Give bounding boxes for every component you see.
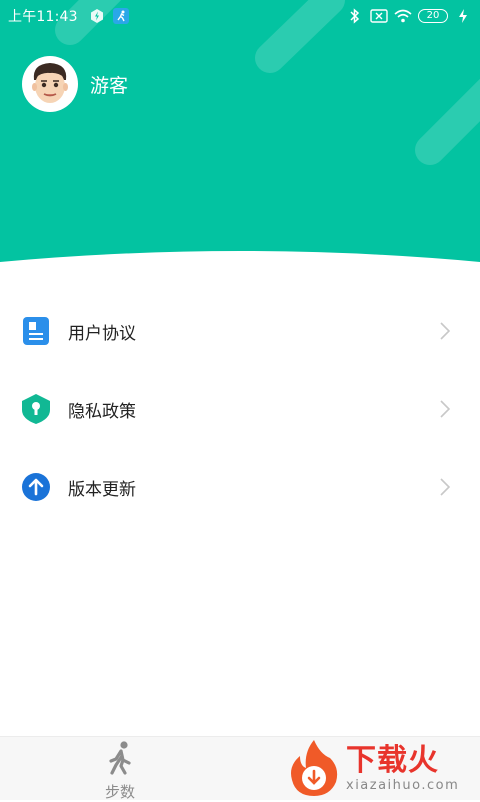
status-time: 上午11:43 [8, 9, 78, 25]
walking-person-icon [105, 741, 135, 779]
watermark-logo: 下载火 xiazaihuo.com [280, 736, 480, 800]
running-app-icon [112, 7, 130, 25]
menu-item-privacy-policy[interactable]: 隐私政策 [0, 370, 480, 448]
status-bar: 上午11:43 20 [0, 0, 480, 32]
avatar-face-icon [32, 63, 68, 103]
shield-lock-icon [22, 394, 50, 424]
chevron-right-icon [440, 477, 452, 497]
bottom-tab-bar: 步数 下载火 xiazaihuo.com [0, 736, 480, 801]
battery-level: 20 [418, 9, 448, 23]
menu-item-version-update[interactable]: 版本更新 [0, 448, 480, 526]
settings-menu: 用户协议 隐私政策 版本更新 [0, 292, 480, 526]
profile-header: 上午11:43 20 游客 [0, 0, 480, 290]
power-saver-icon [88, 7, 106, 25]
tab-steps[interactable]: 步数 [96, 741, 144, 801]
charging-icon [454, 7, 472, 25]
chevron-right-icon [440, 321, 452, 341]
chevron-right-icon [440, 399, 452, 419]
menu-item-label: 隐私政策 [68, 401, 136, 422]
no-sim-icon [370, 7, 388, 25]
watermark-url: xiazaihuo.com [346, 777, 460, 793]
tab-steps-label: 步数 [104, 783, 135, 801]
upload-arrow-icon [22, 473, 50, 501]
bluetooth-icon [346, 7, 364, 25]
wifi-icon [394, 7, 412, 25]
menu-item-label: 用户协议 [68, 323, 136, 344]
flame-logo-icon [291, 740, 338, 796]
header-background [0, 0, 480, 262]
document-icon [22, 317, 50, 345]
username: 游客 [90, 74, 129, 97]
profile[interactable]: 游客 [22, 56, 128, 112]
avatar[interactable] [22, 56, 78, 112]
menu-item-user-agreement[interactable]: 用户协议 [0, 292, 480, 370]
watermark-title: 下载火 [346, 742, 439, 778]
menu-item-label: 版本更新 [68, 479, 136, 500]
